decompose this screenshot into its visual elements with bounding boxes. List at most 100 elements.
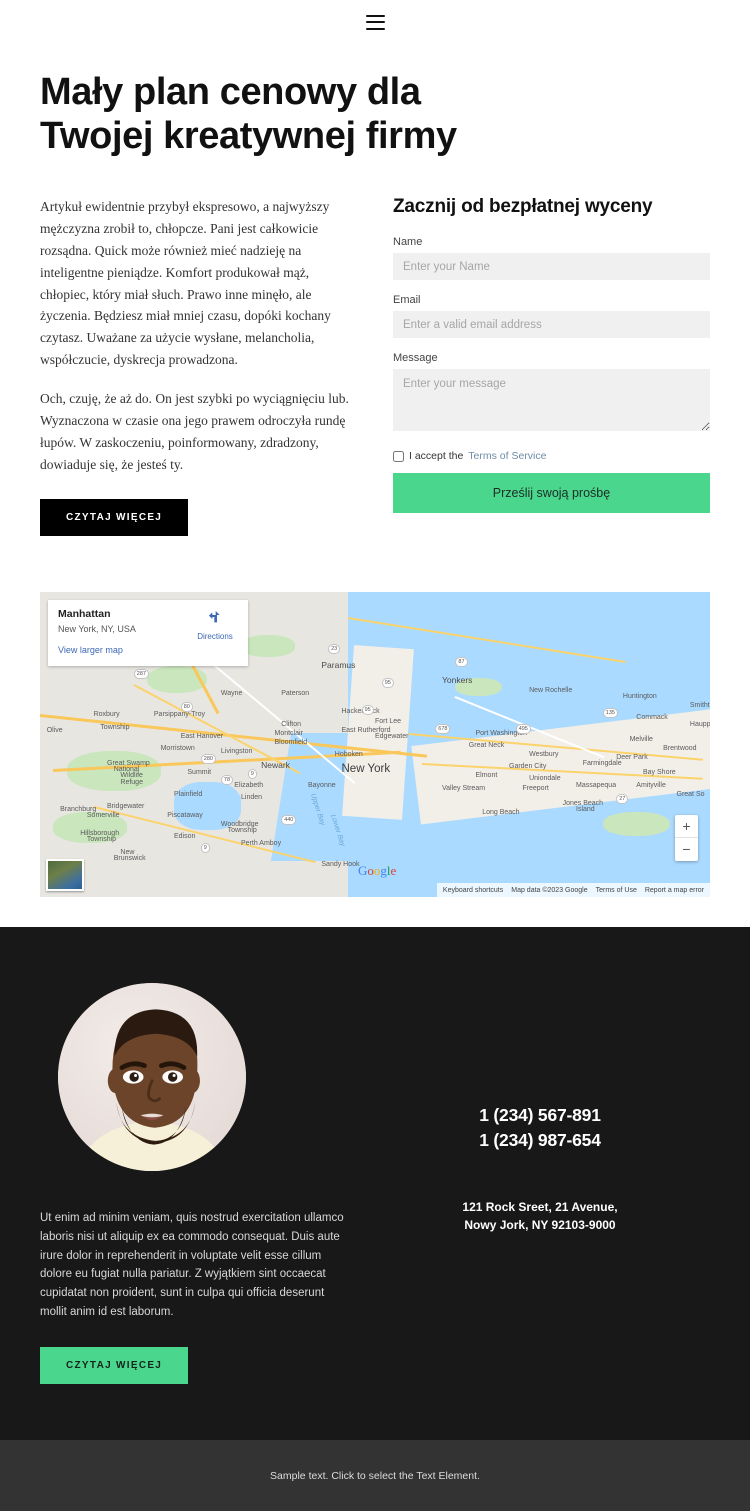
name-input[interactable]: [393, 253, 710, 281]
hamburger-bar: [365, 27, 385, 30]
map-route-shield: 87: [455, 656, 468, 667]
address-line-1: 121 Rock Sreet, 21 Avenue,: [462, 1200, 618, 1215]
terms-of-service-link[interactable]: Terms of Service: [468, 450, 546, 462]
phone-number-2[interactable]: 1 (234) 987-654: [370, 1128, 710, 1153]
map-label: Summit: [187, 769, 212, 777]
zoom-out-button[interactable]: −: [675, 838, 698, 861]
name-field-group: Name: [393, 236, 710, 281]
page-title-line1: Mały plan cenowy dla: [40, 71, 421, 113]
google-logo: Google: [358, 863, 396, 879]
email-field-group: Email: [393, 294, 710, 339]
map-route-shield: 678: [435, 723, 451, 734]
map-label: New Rochelle: [529, 687, 573, 695]
message-field-group: Message: [393, 352, 710, 436]
map-route-shield: 23: [328, 644, 341, 655]
map-label: Westbury: [529, 751, 559, 759]
hero-section: Mały plan cenowy dla Twojej kreatywnej f…: [0, 44, 750, 158]
map-attribution-item[interactable]: Terms of Use: [596, 887, 637, 894]
contact-left-column: Ut enim ad minim veniam, quis nostrud ex…: [40, 983, 370, 1385]
map-label: Freeport: [522, 784, 549, 792]
map-label: Uniondale: [529, 775, 561, 783]
map-label: Melville: [629, 735, 653, 743]
phone-number-1[interactable]: 1 (234) 567-891: [370, 1103, 710, 1128]
map-label: Massapequa: [576, 781, 617, 789]
map-label: Amityville: [636, 781, 666, 789]
map-label: Commack: [636, 714, 668, 722]
map-label: New York: [341, 763, 391, 776]
map-label: Garden City: [509, 763, 547, 771]
map-zoom-controls[interactable]: + −: [675, 815, 698, 862]
map-label: Roxbury: [93, 711, 120, 719]
message-label: Message: [393, 352, 438, 365]
map-label: Sandy Hook: [321, 860, 360, 868]
contact-section: Ut enim ad minim veniam, quis nostrud ex…: [0, 927, 750, 1441]
avatar: [58, 983, 246, 1172]
map-label: Valley Stream: [442, 784, 486, 792]
map-route-shield: 95: [381, 677, 394, 688]
map-route-shield: 135: [602, 708, 618, 719]
google-logo-letter: e: [390, 863, 397, 879]
name-label: Name: [393, 236, 423, 249]
map-label: Newark: [261, 760, 290, 771]
map-label: Livingston: [220, 748, 253, 756]
map-label: Fort Lee: [375, 717, 402, 725]
map-satellite-thumbnail[interactable]: [46, 859, 84, 892]
map-label: Township: [100, 723, 130, 731]
phone-numbers: 1 (234) 567-891 1 (234) 987-654: [370, 1103, 710, 1153]
map-label: Morristown: [160, 744, 195, 752]
map-park: [602, 812, 670, 837]
map-label: Perth Amboy: [241, 839, 282, 847]
accept-terms-row: I accept the Terms of Service: [393, 450, 710, 462]
form-title: Zacznij od bezpłatnej wyceny: [393, 196, 653, 218]
message-input[interactable]: [393, 369, 710, 432]
map-label: Edison: [174, 833, 196, 841]
map-attribution-item[interactable]: Report a map error: [645, 887, 704, 894]
article-column: Artykuł ewidentnie przybył ekspresowo, a…: [40, 196, 353, 537]
map-label: Hackensack: [341, 708, 380, 716]
map-label: Wayne: [220, 690, 243, 698]
map-label: Brunswick: [113, 854, 146, 862]
content-section: Artykuł ewidentnie przybył ekspresowo, a…: [0, 158, 750, 537]
contact-description: Ut enim ad minim veniam, quis nostrud ex…: [40, 1212, 344, 1318]
map-embed[interactable]: Paramus Yonkers New Rochelle Wayne Paterson H…: [40, 592, 710, 898]
read-more-button[interactable]: CZYTAJ WIĘCEJ: [40, 499, 189, 537]
zoom-in-button[interactable]: +: [675, 815, 698, 839]
google-logo-letter: G: [358, 863, 368, 879]
directions-icon: [209, 611, 220, 623]
map-directions-button[interactable]: Directions: [192, 609, 238, 641]
footer-read-more-button[interactable]: CZYTAJ WIĘCEJ: [40, 1347, 189, 1385]
map-label: Paterson: [281, 690, 310, 698]
site-header: [0, 0, 750, 44]
map-route-shield: 95: [361, 705, 374, 716]
map-label: Great Neck: [468, 741, 505, 749]
map-label: Edgewater: [375, 732, 409, 740]
accept-terms-text: I accept the: [409, 450, 464, 463]
map-label: Township: [227, 827, 257, 835]
map-label: East Hanover: [180, 732, 224, 740]
map-label: Huntington: [622, 693, 657, 701]
map-label: Farmingdale: [582, 760, 622, 768]
map-label: Piscataway: [167, 812, 203, 820]
map-label: Elmont: [475, 772, 498, 780]
accept-terms-checkbox[interactable]: [393, 450, 404, 462]
hamburger-icon[interactable]: [365, 14, 385, 30]
view-larger-map-link[interactable]: View larger map: [58, 645, 238, 655]
submit-button[interactable]: Prześlij swoją prośbę: [393, 473, 710, 514]
map-label: Somerville: [86, 812, 120, 820]
map-info-card: Manhattan New York, NY, USA View larger …: [48, 600, 248, 667]
map-label: Island: [576, 805, 595, 813]
map-attribution-item[interactable]: Map data ©2023 Google: [511, 887, 587, 894]
map-attribution-bar: Keyboard shortcuts Map data ©2023 Google T…: [436, 883, 710, 898]
map-label: Yonkers: [442, 674, 473, 685]
map-label: Great So: [676, 790, 705, 798]
map-label: Montclair: [274, 729, 303, 737]
map-attribution-item[interactable]: Keyboard shortcuts: [443, 887, 503, 894]
map-label: Township: [86, 836, 117, 844]
map-label: Bloomfield: [274, 738, 308, 746]
bottom-bar-text[interactable]: Sample text. Click to select the Text El…: [270, 1470, 480, 1482]
email-input[interactable]: [393, 311, 710, 339]
bottom-bar: Sample text. Click to select the Text El…: [0, 1440, 750, 1511]
portrait-illustration: [58, 983, 246, 1172]
map-route-shield: 9: [200, 842, 210, 853]
map-label: Plainfield: [174, 790, 203, 798]
